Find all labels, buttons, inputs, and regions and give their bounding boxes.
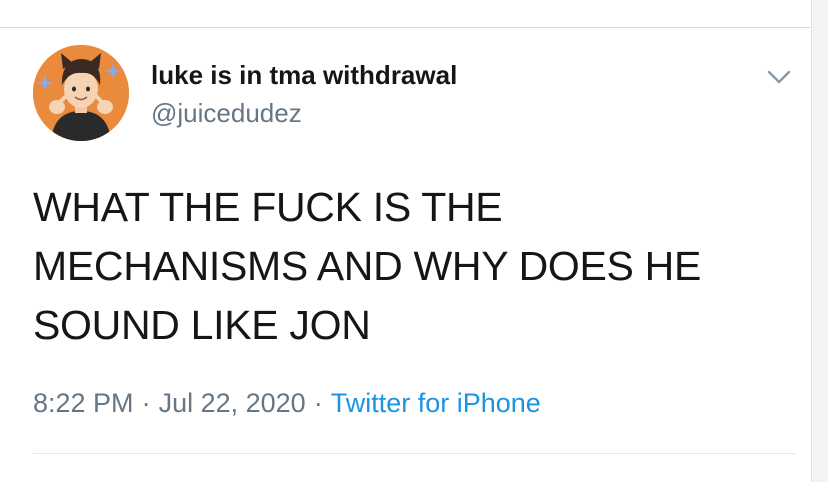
tweet-date[interactable]: Jul 22, 2020 xyxy=(159,388,306,418)
meta-separator: · xyxy=(313,388,323,418)
display-name[interactable]: luke is in tma withdrawal xyxy=(151,60,457,91)
avatar-illustration-icon xyxy=(33,45,129,141)
chevron-down-icon[interactable] xyxy=(764,62,794,92)
user-handle[interactable]: @juicedudez xyxy=(151,98,302,129)
meta-separator: · xyxy=(141,388,151,418)
tweet-card: luke is in tma withdrawal @juicedudez WH… xyxy=(0,28,811,482)
tweet-metadata: 8:22 PM · Jul 22, 2020 · Twitter for iPhone xyxy=(33,388,541,419)
scrollbar-track[interactable] xyxy=(811,0,828,482)
tweet-time[interactable]: 8:22 PM xyxy=(33,388,134,418)
tweet-text: WHAT THE FUCK IS THE MECHANISMS AND WHY … xyxy=(33,184,702,348)
avatar[interactable] xyxy=(33,45,129,141)
tweet-source-link[interactable]: Twitter for iPhone xyxy=(331,388,541,418)
bottom-divider xyxy=(33,453,796,454)
